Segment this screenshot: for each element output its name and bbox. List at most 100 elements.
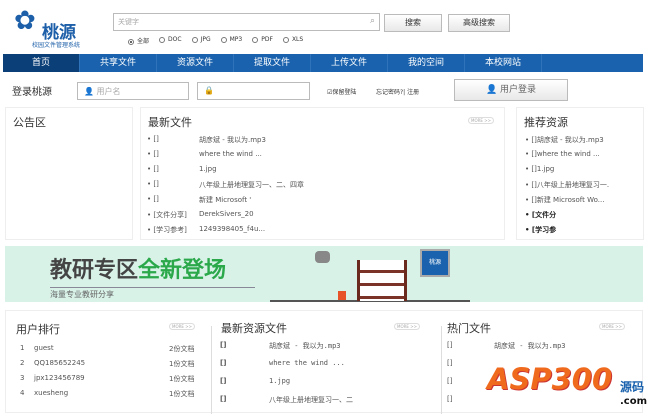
main-nav: 首页 共享文件 资源文件 提取文件 上传文件 我的空间 本校网站: [3, 54, 643, 72]
file-tag: []: [447, 341, 453, 349]
cup-icon: [338, 291, 346, 300]
filter-label: DOC: [168, 36, 182, 43]
recommend-link[interactable]: • []胡彦斌 - 我以为.mp3: [525, 135, 604, 145]
file-link[interactable]: 新建 Microsoft ': [199, 195, 251, 205]
file-tag: []: [220, 377, 227, 385]
username-input[interactable]: 👤 用户名: [77, 82, 189, 100]
file-tag: • []: [147, 165, 159, 173]
file-link[interactable]: 胡彦斌 - 我以为.mp3: [199, 135, 266, 145]
hot-files-title: 热门文件: [447, 322, 491, 335]
radio-icon: [191, 36, 198, 43]
panel-title: 推荐资源: [524, 116, 568, 129]
recommend-link[interactable]: • [学习参: [525, 225, 556, 235]
filter-radio[interactable]: 全部: [128, 36, 149, 45]
nav-item[interactable]: 提取文件: [234, 54, 311, 72]
recommend-link[interactable]: • []八年级上册地理复习一.: [525, 180, 609, 190]
remember-label: 保留登陆: [332, 89, 357, 96]
lamp-icon: [315, 251, 330, 263]
filter-radio[interactable]: XLS: [282, 36, 303, 45]
recommend-link[interactable]: • []where the wind ...: [525, 150, 600, 158]
filter-radio[interactable]: JPG: [191, 36, 211, 45]
rank-number: 4: [20, 389, 25, 397]
user-login-button[interactable]: 👤 用户登录: [454, 79, 568, 101]
file-tag: []: [447, 359, 453, 367]
banner-title-b: 全新登场: [138, 258, 227, 283]
rank-user[interactable]: jpx123456789: [34, 374, 85, 382]
file-link[interactable]: 胡彦斌 - 我以为.mp3: [494, 341, 566, 351]
radio-icon: [252, 36, 259, 43]
radio-icon: [282, 36, 289, 43]
panel-title: 最新文件: [148, 116, 192, 129]
file-link[interactable]: 八年级上册地理复习一、二、四章: [199, 180, 304, 190]
logo-subtitle: 校园文件管理系统: [32, 42, 81, 49]
file-tag: []: [220, 395, 227, 403]
search-button[interactable]: 搜索: [384, 14, 442, 32]
rank-user[interactable]: guest: [34, 344, 54, 352]
rank-user[interactable]: QQ185652245: [34, 359, 85, 367]
nav-item[interactable]: 上传文件: [311, 54, 388, 72]
banner[interactable]: 教研专区全新登场 海量专业教研分享 桃源: [5, 246, 643, 302]
file-link[interactable]: 八年级上册地理复习一、二: [269, 395, 353, 405]
remember-checkbox[interactable]: ☑保留登陆: [327, 87, 356, 96]
user-icon: 👤: [485, 85, 501, 95]
latest-resources-title: 最新资源文件: [221, 322, 287, 335]
rank-user[interactable]: xuesheng: [34, 389, 68, 397]
search-input[interactable]: 关键字 ⌕: [113, 13, 380, 31]
rank-number: 2: [20, 359, 25, 367]
advanced-search-button[interactable]: 高级搜索: [448, 14, 510, 32]
file-tag: • []: [147, 180, 159, 188]
filter-label: JPG: [200, 36, 211, 43]
watermark-sub: 源码: [620, 380, 645, 394]
nav-item[interactable]: 资源文件: [157, 54, 234, 72]
file-link[interactable]: 1.jpg: [199, 165, 217, 173]
login-label: 用户登录: [500, 85, 537, 95]
panel-title: 公告区: [13, 116, 46, 129]
recommend-link[interactable]: • []1.jpg: [525, 165, 554, 173]
filter-radio[interactable]: PDF: [252, 36, 273, 45]
password-input[interactable]: 🔒: [197, 82, 310, 100]
radio-icon: [159, 36, 166, 43]
file-link[interactable]: 胡彦斌 - 我以为.mp3: [269, 341, 341, 351]
file-tag: • [文件分享]: [147, 211, 187, 219]
file-link[interactable]: 1.jpg: [269, 377, 290, 385]
filter-label: MP3: [229, 36, 243, 43]
recommend-link[interactable]: • [文件分: [525, 210, 556, 220]
file-tag: • [学习参考]: [147, 226, 187, 234]
file-tag: []: [447, 377, 453, 385]
filter-radio[interactable]: DOC: [159, 36, 182, 45]
more-button[interactable]: MORE >>: [394, 323, 420, 330]
nav-item[interactable]: 共享文件: [80, 54, 157, 72]
file-link[interactable]: DerekSivers_20: [199, 210, 254, 218]
notice-panel: 公告区: [5, 107, 133, 240]
radio-icon: [128, 38, 134, 45]
user-icon: 👤: [84, 87, 94, 96]
forgot-register-link[interactable]: 忘记密码?| 注册: [376, 87, 419, 96]
logo-flower-icon: ✿: [14, 6, 36, 36]
more-button[interactable]: MORE >>: [169, 323, 195, 330]
nav-item[interactable]: 首页: [3, 54, 80, 72]
recommend-link[interactable]: • []新建 Microsoft Wo...: [525, 195, 604, 205]
logo[interactable]: ✿ 桃源 校园文件管理系统: [12, 6, 102, 50]
file-tag: • []: [147, 195, 159, 203]
file-link[interactable]: 1249398405_f4u...: [199, 225, 265, 233]
nav-item[interactable]: 我的空间: [388, 54, 465, 72]
filter-label: 全部: [137, 38, 150, 45]
file-link[interactable]: where the wind ...: [269, 359, 345, 367]
filter-label: PDF: [261, 36, 273, 43]
file-type-filter: 全部 DOC JPG MP3 PDF XLS: [128, 36, 303, 45]
nav-item[interactable]: 本校网站: [465, 54, 542, 72]
filter-radio[interactable]: MP3: [220, 36, 243, 45]
watermark-domain: .com: [620, 396, 648, 407]
search-placeholder: 关键字: [118, 18, 139, 26]
lock-icon: 🔒: [204, 86, 214, 95]
radio-icon: [220, 36, 227, 43]
rank-number: 1: [20, 344, 25, 352]
rank-count: 1份文档: [169, 390, 195, 398]
more-button[interactable]: MORE >>: [468, 117, 494, 124]
more-button[interactable]: MORE >>: [599, 323, 625, 330]
file-link[interactable]: where the wind ...: [199, 150, 262, 158]
rank-number: 3: [20, 374, 25, 382]
watermark-text: ASP300: [487, 362, 613, 396]
search-icon[interactable]: ⌕: [370, 16, 375, 26]
file-tag: • []: [147, 150, 159, 158]
